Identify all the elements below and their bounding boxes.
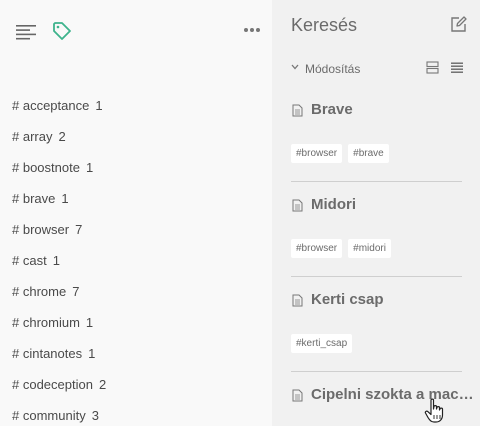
note-divider	[291, 181, 462, 182]
tag-chip[interactable]: #browser	[291, 144, 343, 163]
document-icon	[292, 389, 303, 402]
tag-count: 7	[75, 222, 83, 237]
tag-count: 2	[98, 377, 107, 392]
tag-label: # boostnote	[12, 160, 80, 175]
note-list-panel: Keresés Módosítás Brave #browser #brave …	[272, 0, 480, 426]
note-item[interactable]: Cipelni szokta a macsk...	[291, 384, 480, 406]
note-item[interactable]: Kerti csap #kerti_csap	[291, 289, 462, 372]
chevron-down-icon[interactable]	[291, 64, 299, 70]
hand-cursor-icon	[424, 398, 444, 423]
document-icon	[292, 104, 303, 117]
tag-chip[interactable]: #kerti_csap	[291, 334, 353, 353]
note-tags: #browser #brave	[291, 143, 395, 163]
tag-count: 1	[95, 98, 103, 113]
note-tags: #browser #midori	[291, 238, 397, 258]
tag-label: # chromium	[12, 315, 80, 330]
tag-label: # cast	[12, 253, 47, 268]
note-title: Midori	[291, 194, 462, 216]
tag-label: # brave	[12, 191, 56, 206]
tag-item-boostnote[interactable]: # boostnote 1	[12, 152, 262, 183]
sort-selector[interactable]: Módosítás	[305, 62, 360, 76]
tag-label: # community	[12, 408, 86, 423]
tag-item-browser[interactable]: # browser 7	[12, 214, 262, 245]
tag-count: 1	[88, 346, 96, 361]
tag-count: 3	[91, 408, 99, 423]
note-title: Brave	[291, 99, 462, 121]
note-title-text: Brave	[311, 101, 353, 118]
note-title-text: Midori	[311, 196, 356, 213]
tag-item-brave[interactable]: # brave 1	[12, 183, 262, 214]
compact-list-icon[interactable]	[450, 61, 464, 74]
note-title: Kerti csap	[291, 289, 462, 311]
note-divider	[291, 276, 462, 277]
search-title: Keresés	[291, 15, 358, 35]
tag-item-array[interactable]: # array 2	[12, 121, 262, 152]
expanded-view-icon[interactable]	[426, 61, 439, 74]
tag-item-chromium[interactable]: # chromium 1	[12, 307, 262, 338]
tag-item-acceptance[interactable]: # acceptance 1	[12, 90, 262, 121]
tag-label: # array	[12, 129, 53, 144]
note-item[interactable]: Brave #browser #brave	[291, 99, 462, 182]
tag-count: 2	[58, 129, 66, 144]
document-icon	[292, 199, 303, 212]
new-note-icon[interactable]	[450, 16, 467, 33]
tag-label: # acceptance	[12, 98, 90, 113]
tag-chip[interactable]: #midori	[348, 239, 391, 258]
tag-chip[interactable]: #browser	[291, 239, 343, 258]
note-title: Cipelni szokta a macsk...	[291, 384, 480, 406]
tag-chip[interactable]: #brave	[348, 144, 389, 163]
tag-count: 1	[85, 315, 94, 330]
tag-count: 1	[85, 160, 94, 175]
tag-item-community[interactable]: # community 3	[12, 400, 262, 426]
note-title-text: Kerti csap	[311, 291, 384, 308]
menu-icon[interactable]	[16, 24, 38, 40]
tag-item-cintanotes[interactable]: # cintanotes 1	[12, 338, 262, 369]
tag-item-codeception[interactable]: # codeception 2	[12, 369, 262, 400]
tag-sidebar: # acceptance 1 # array 2 # boostnote 1 # br…	[0, 0, 272, 426]
tag-icon[interactable]	[52, 21, 72, 41]
tag-label: # codeception	[12, 377, 93, 392]
sidebar-header	[0, 0, 272, 62]
note-tags: #kerti_csap	[291, 333, 358, 353]
note-divider	[291, 371, 462, 372]
tag-count: 1	[52, 253, 60, 268]
tag-item-chrome[interactable]: # chrome 7	[12, 276, 262, 307]
tag-count: 1	[61, 191, 69, 206]
sort-row: Módosítás	[291, 60, 467, 78]
note-title-text: Cipelni szokta a macsk...	[311, 386, 480, 403]
tag-label: # cintanotes	[12, 346, 83, 361]
document-icon	[292, 294, 303, 307]
note-item[interactable]: Midori #browser #midori	[291, 194, 462, 277]
tag-list: # acceptance 1 # array 2 # boostnote 1 # br…	[12, 90, 262, 426]
tag-count: 7	[72, 284, 80, 299]
tag-item-cast[interactable]: # cast 1	[12, 245, 262, 276]
tag-label: # browser	[12, 222, 70, 237]
more-options-icon[interactable]	[243, 27, 261, 33]
tag-label: # chrome	[12, 284, 67, 299]
